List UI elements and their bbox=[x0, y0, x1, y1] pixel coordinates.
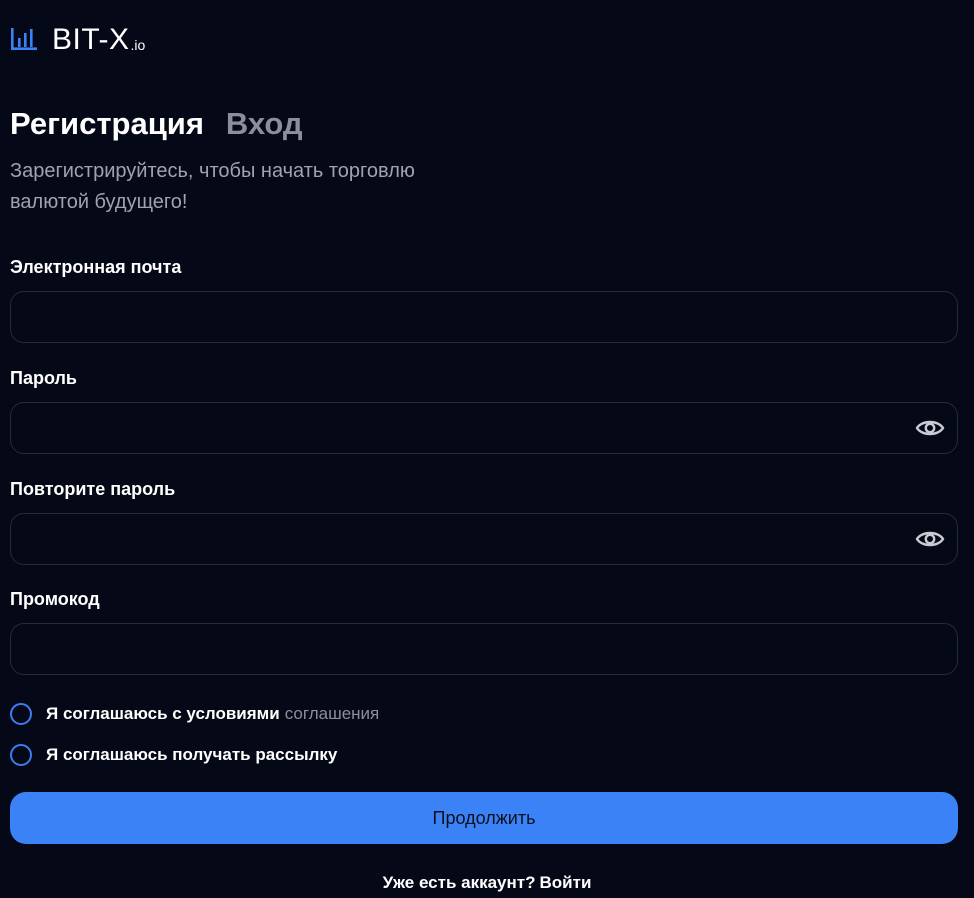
newsletter-radio[interactable] bbox=[10, 744, 32, 766]
password-repeat-field-wrapper bbox=[10, 513, 958, 565]
tab-login[interactable]: Вход bbox=[226, 104, 303, 144]
promo-field-wrapper bbox=[10, 623, 958, 675]
email-input[interactable] bbox=[11, 292, 957, 342]
terms-radio[interactable] bbox=[10, 703, 32, 725]
promo-input[interactable] bbox=[11, 624, 957, 674]
email-label: Электронная почта bbox=[10, 257, 182, 277]
auth-tabs: Регистрация Вход bbox=[10, 104, 303, 144]
password-field-wrapper bbox=[10, 402, 958, 454]
logo-suffix: .io bbox=[130, 37, 146, 53]
eye-icon[interactable] bbox=[915, 528, 945, 550]
subtitle: Зарегистрируйтесь, чтобы начать торговлю… bbox=[10, 160, 415, 213]
tab-registration[interactable]: Регистрация bbox=[10, 104, 204, 144]
newsletter-text: Я соглашаюсь получать рассылку bbox=[46, 745, 338, 764]
password-input[interactable] bbox=[11, 403, 915, 453]
password-repeat-label: Повторите пароль bbox=[10, 479, 176, 499]
newsletter-agreement: Я соглашаюсь получать рассылку bbox=[10, 744, 337, 766]
logo-text: BIT-X bbox=[52, 23, 130, 56]
promo-label: Промокод bbox=[10, 589, 100, 609]
eye-icon[interactable] bbox=[915, 417, 945, 439]
footer: Уже есть аккаунт? Войти bbox=[0, 872, 974, 894]
terms-agreement: Я соглашаюсь с условиями соглашения bbox=[10, 703, 379, 725]
email-field-wrapper bbox=[10, 291, 958, 343]
terms-link[interactable]: соглашения bbox=[285, 704, 380, 724]
password-label: Пароль bbox=[10, 368, 77, 388]
password-repeat-input[interactable] bbox=[11, 514, 915, 564]
continue-button[interactable]: Продолжить bbox=[10, 792, 958, 844]
login-link[interactable]: Войти bbox=[540, 873, 592, 892]
logo[interactable]: BIT-X .io bbox=[10, 22, 145, 56]
terms-text: Я соглашаюсь с условиями bbox=[46, 704, 280, 723]
registration-page: BIT-X .io Регистрация Вход Зарегистрируй… bbox=[0, 0, 974, 898]
bar-chart-icon bbox=[11, 28, 37, 50]
footer-text: Уже есть аккаунт? bbox=[382, 873, 536, 892]
